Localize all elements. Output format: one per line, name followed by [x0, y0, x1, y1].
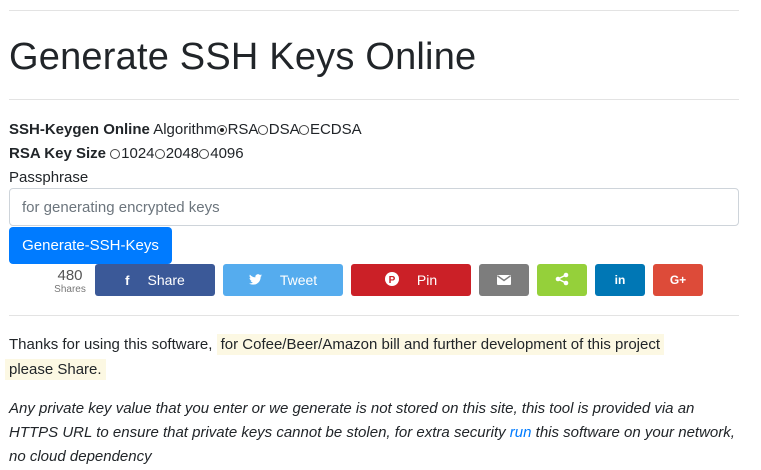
thanks-message: Thanks for using this software, for Cofe…	[5, 332, 749, 382]
title-divider	[9, 99, 739, 100]
svg-text:P: P	[389, 275, 396, 286]
privacy-note: Any private key value that you enter or …	[9, 397, 744, 469]
generic-share-button[interactable]	[537, 264, 587, 296]
envelope-icon	[497, 273, 511, 288]
algorithm-row: SSH-Keygen Online Algorithm RSA DSA ECDSA	[9, 120, 362, 140]
radio-rsa-label[interactable]: RSA	[228, 121, 258, 138]
facebook-share-button[interactable]: f Share	[95, 264, 215, 296]
key-size-row: RSA Key Size 1024 2048 4096	[9, 144, 244, 164]
run-link[interactable]: run	[510, 424, 532, 441]
share-nodes-icon	[555, 272, 569, 289]
page-title: Generate SSH Keys Online	[9, 36, 477, 78]
thanks-prefix: Thanks for using this software,	[9, 336, 213, 353]
algorithm-label: Algorithm	[153, 121, 217, 138]
radio-1024[interactable]	[110, 149, 121, 159]
linkedin-share-button[interactable]: in	[595, 264, 645, 296]
share-count-number: 480	[57, 267, 83, 284]
generate-ssh-keys-button[interactable]: Generate-SSH-Keys	[9, 227, 172, 264]
thanks-highlight-2: please Share.	[5, 359, 106, 380]
keygen-label: SSH-Keygen Online	[9, 121, 150, 138]
radio-4096[interactable]	[199, 149, 210, 159]
share-count-label: Shares	[54, 284, 86, 295]
facebook-share-label: Share	[147, 272, 185, 288]
googleplus-share-button[interactable]: G+	[653, 264, 703, 296]
top-divider	[9, 10, 739, 11]
passphrase-input[interactable]	[9, 188, 739, 226]
share-divider	[9, 315, 739, 316]
passphrase-label: Passphrase	[9, 169, 89, 186]
thanks-highlight-1: for Cofee/Beer/Amazon bill and further d…	[216, 334, 665, 355]
email-share-button[interactable]	[479, 264, 529, 296]
radio-ecdsa-label[interactable]: ECDSA	[310, 121, 362, 138]
radio-4096-label[interactable]: 4096	[210, 145, 243, 162]
key-size-label: RSA Key Size	[9, 145, 106, 162]
twitter-share-label: Tweet	[279, 272, 318, 288]
radio-rsa[interactable]	[216, 125, 227, 135]
radio-2048-label[interactable]: 2048	[166, 145, 199, 162]
radio-ecdsa[interactable]	[298, 125, 309, 135]
share-counter: 480 Shares	[52, 267, 88, 296]
radio-dsa-label[interactable]: DSA	[269, 121, 299, 138]
pinterest-share-button[interactable]: P Pin	[351, 264, 471, 296]
twitter-icon	[248, 273, 262, 288]
pinterest-share-label: Pin	[416, 272, 438, 288]
radio-dsa[interactable]	[257, 125, 268, 135]
pinterest-icon: P	[384, 271, 399, 289]
linkedin-icon: in	[614, 273, 626, 287]
facebook-icon: f	[125, 272, 130, 288]
twitter-share-button[interactable]: Tweet	[223, 264, 343, 296]
googleplus-icon: G+	[669, 273, 687, 287]
radio-1024-label[interactable]: 1024	[121, 145, 154, 162]
radio-2048[interactable]	[154, 149, 165, 159]
